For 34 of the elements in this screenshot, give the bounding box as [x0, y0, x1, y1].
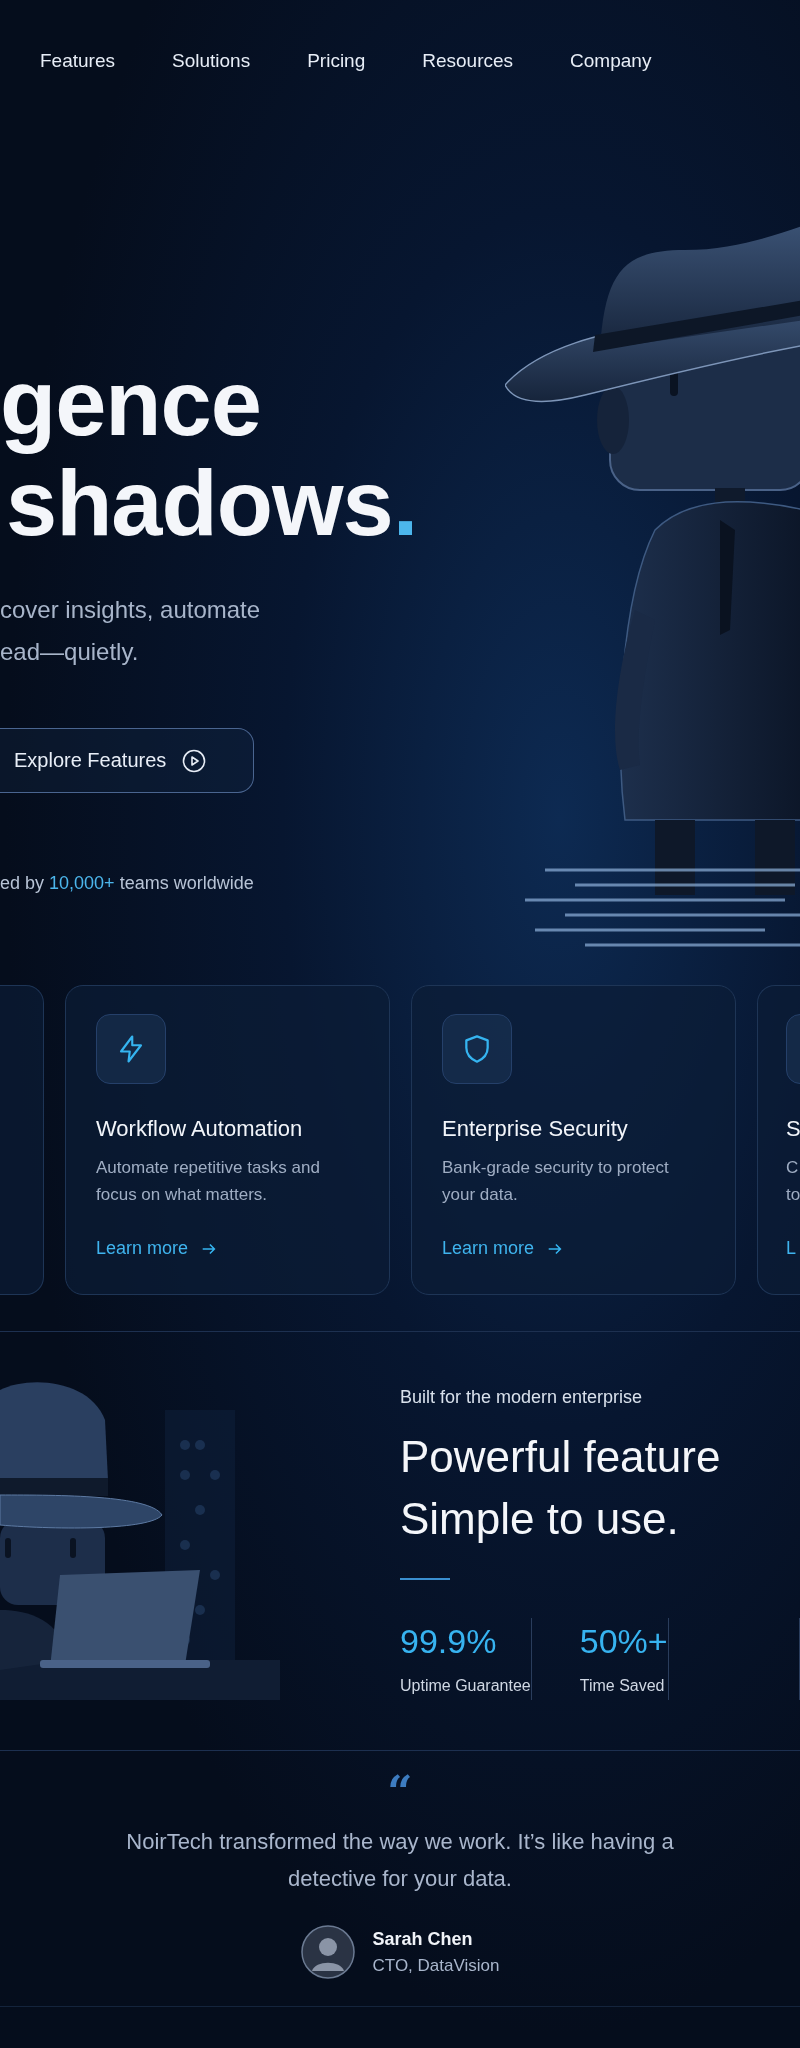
subtitle-text: cover insights, automate: [0, 595, 262, 625]
quote-mark: “: [387, 1771, 413, 1815]
stat-value: 50%+: [579, 1621, 668, 1661]
headline-text: shadows.: [6, 453, 419, 553]
learn-more-link[interactable]: Learn more: [442, 1238, 565, 1259]
card-description: Bank-grade security to protect your data.: [442, 1157, 670, 1206]
card-description: to: [786, 1184, 800, 1206]
section-heading: Powerful feature: [400, 1431, 722, 1483]
avatar-silhouette: [300, 1925, 355, 1979]
author-name: Sarah Chen: [372, 1928, 474, 1950]
quote-text: NoirTech transformed the way we work. It’s like having a detective for your data.: [125, 1828, 675, 1893]
card-title: S: [786, 1116, 800, 1142]
learn-more-link[interactable]: L: [786, 1238, 796, 1259]
nav-link[interactable]: Pricing: [307, 50, 366, 125]
card-description: C: [786, 1157, 800, 1179]
stat-label: Time Saved: [579, 1676, 666, 1695]
card-title: Enterprise Security: [442, 1116, 629, 1142]
author-role: CTO, DataVision: [372, 1955, 500, 1976]
nav-link[interactable]: Resources: [422, 50, 514, 125]
subtitle-text: ead—quietly.: [0, 637, 140, 667]
nav-link[interactable]: Company: [570, 50, 652, 125]
eyebrow-text: Built for the modern enterprise: [400, 1387, 644, 1408]
nav-link[interactable]: Features: [40, 50, 115, 125]
stat-value: 99.9%: [400, 1621, 498, 1661]
card-title: Workflow Automation: [96, 1116, 304, 1142]
stat-label: Uptime Guarantee: [400, 1676, 531, 1695]
nav-link[interactable]: Solutions: [172, 50, 251, 125]
learn-more-link[interactable]: Learn more: [96, 1238, 219, 1259]
trust-text: ed by 10,000+ teams worldwide: [0, 873, 255, 894]
card-description: Automate repetitive tasks and focus on what matters.: [96, 1157, 321, 1206]
section-heading: Simple to use.: [400, 1493, 680, 1545]
explore-features-button[interactable]: Explore Features: [0, 728, 254, 793]
play-icon: [182, 748, 207, 773]
headline-text: gence: [0, 353, 262, 453]
